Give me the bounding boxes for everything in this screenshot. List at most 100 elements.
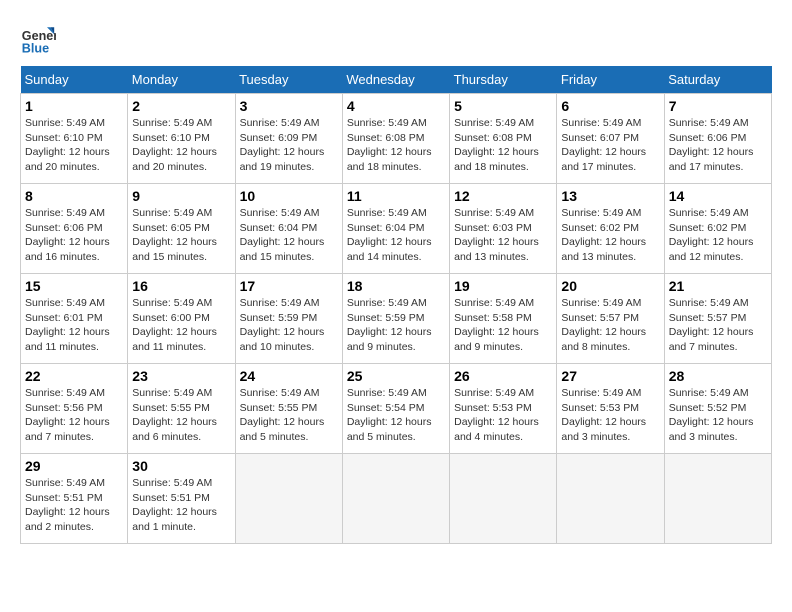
- day-number: 15: [25, 278, 123, 294]
- calendar-cell: 5Sunrise: 5:49 AM Sunset: 6:08 PM Daylig…: [450, 94, 557, 184]
- page-header: General Blue: [20, 20, 772, 56]
- calendar-week-4: 22 Sunrise: 5:49 AM Sunset: 5:56 PM Dayli…: [21, 364, 772, 454]
- day-info: Sunrise: 5:49 AM Sunset: 6:04 PM Dayligh…: [347, 206, 445, 265]
- calendar-cell: 27 Sunrise: 5:49 AM Sunset: 5:53 PM Dayli…: [557, 364, 664, 454]
- day-number: 6: [561, 98, 659, 114]
- col-header-thursday: Thursday: [450, 66, 557, 94]
- calendar-cell: 10 Sunrise: 5:49 AM Sunset: 6:04 PM Dayli…: [235, 184, 342, 274]
- day-info: Sunrise: 5:49 AM Sunset: 5:51 PM Dayligh…: [25, 476, 123, 535]
- day-number: 8: [25, 188, 123, 204]
- calendar-cell: 15 Sunrise: 5:49 AM Sunset: 6:01 PM Dayli…: [21, 274, 128, 364]
- day-info: Sunrise: 5:49 AM Sunset: 6:10 PM Dayligh…: [132, 116, 230, 175]
- day-number: 30: [132, 458, 230, 474]
- calendar-cell: 6 Sunrise: 5:49 AM Sunset: 6:07 PM Daylig…: [557, 94, 664, 184]
- col-header-friday: Friday: [557, 66, 664, 94]
- svg-text:Blue: Blue: [22, 41, 49, 55]
- day-info: Sunrise: 5:49 AM Sunset: 6:01 PM Dayligh…: [25, 296, 123, 355]
- day-info: Sunrise: 5:49 AM Sunset: 5:57 PM Dayligh…: [561, 296, 659, 355]
- calendar-week-2: 8 Sunrise: 5:49 AM Sunset: 6:06 PM Daylig…: [21, 184, 772, 274]
- day-info: Sunrise: 5:49 AM Sunset: 5:53 PM Dayligh…: [561, 386, 659, 445]
- calendar-cell: 25 Sunrise: 5:49 AM Sunset: 5:54 PM Dayli…: [342, 364, 449, 454]
- day-info: Sunrise: 5:49 AM Sunset: 6:09 PM Dayligh…: [240, 116, 338, 175]
- day-info: Sunrise: 5:49 AM Sunset: 5:53 PM Dayligh…: [454, 386, 552, 445]
- logo: General Blue: [20, 20, 60, 56]
- calendar-cell: 1 Sunrise: 5:49 AM Sunset: 6:10 PM Daylig…: [21, 94, 128, 184]
- day-number: 4: [347, 98, 445, 114]
- day-number: 20: [561, 278, 659, 294]
- day-info: Sunrise: 5:49 AM Sunset: 6:02 PM Dayligh…: [561, 206, 659, 265]
- calendar-cell: 4 Sunrise: 5:49 AM Sunset: 6:08 PM Daylig…: [342, 94, 449, 184]
- calendar-cell: 8 Sunrise: 5:49 AM Sunset: 6:06 PM Daylig…: [21, 184, 128, 274]
- day-number: 18: [347, 278, 445, 294]
- calendar-cell: 30Sunrise: 5:49 AM Sunset: 5:51 PM Dayli…: [128, 454, 235, 544]
- calendar-cell: [450, 454, 557, 544]
- day-number: 26: [454, 368, 552, 384]
- day-info: Sunrise: 5:49 AM Sunset: 5:52 PM Dayligh…: [669, 386, 767, 445]
- day-info: Sunrise: 5:49 AM Sunset: 6:07 PM Dayligh…: [561, 116, 659, 175]
- day-info: Sunrise: 5:49 AM Sunset: 5:57 PM Dayligh…: [669, 296, 767, 355]
- day-info: Sunrise: 5:49 AM Sunset: 5:56 PM Dayligh…: [25, 386, 123, 445]
- calendar-cell: 3Sunrise: 5:49 AM Sunset: 6:09 PM Daylig…: [235, 94, 342, 184]
- day-info: Sunrise: 5:49 AM Sunset: 6:02 PM Dayligh…: [669, 206, 767, 265]
- calendar-cell: 28 Sunrise: 5:49 AM Sunset: 5:52 PM Dayli…: [664, 364, 771, 454]
- day-info: Sunrise: 5:49 AM Sunset: 5:59 PM Dayligh…: [347, 296, 445, 355]
- day-info: Sunrise: 5:49 AM Sunset: 6:05 PM Dayligh…: [132, 206, 230, 265]
- calendar-cell: 9 Sunrise: 5:49 AM Sunset: 6:05 PM Daylig…: [128, 184, 235, 274]
- day-number: 10: [240, 188, 338, 204]
- day-info: Sunrise: 5:49 AM Sunset: 5:59 PM Dayligh…: [240, 296, 338, 355]
- day-number: 17: [240, 278, 338, 294]
- calendar-cell: 20 Sunrise: 5:49 AM Sunset: 5:57 PM Dayli…: [557, 274, 664, 364]
- calendar-cell: 17 Sunrise: 5:49 AM Sunset: 5:59 PM Dayli…: [235, 274, 342, 364]
- calendar-cell: 13 Sunrise: 5:49 AM Sunset: 6:02 PM Dayli…: [557, 184, 664, 274]
- calendar-cell: 29 Sunrise: 5:49 AM Sunset: 5:51 PM Dayli…: [21, 454, 128, 544]
- day-number: 7: [669, 98, 767, 114]
- calendar-cell: 24Sunrise: 5:49 AM Sunset: 5:55 PM Dayli…: [235, 364, 342, 454]
- calendar-cell: 7 Sunrise: 5:49 AM Sunset: 6:06 PM Daylig…: [664, 94, 771, 184]
- calendar-cell: [235, 454, 342, 544]
- day-number: 5: [454, 98, 552, 114]
- calendar-week-3: 15 Sunrise: 5:49 AM Sunset: 6:01 PM Dayli…: [21, 274, 772, 364]
- day-info: Sunrise: 5:49 AM Sunset: 6:08 PM Dayligh…: [347, 116, 445, 175]
- day-number: 13: [561, 188, 659, 204]
- day-number: 16: [132, 278, 230, 294]
- calendar-cell: [557, 454, 664, 544]
- day-info: Sunrise: 5:49 AM Sunset: 6:04 PM Dayligh…: [240, 206, 338, 265]
- day-info: Sunrise: 5:49 AM Sunset: 5:54 PM Dayligh…: [347, 386, 445, 445]
- col-header-monday: Monday: [128, 66, 235, 94]
- calendar-cell: 11 Sunrise: 5:49 AM Sunset: 6:04 PM Dayli…: [342, 184, 449, 274]
- calendar-cell: 14 Sunrise: 5:49 AM Sunset: 6:02 PM Dayli…: [664, 184, 771, 274]
- col-header-wednesday: Wednesday: [342, 66, 449, 94]
- day-number: 27: [561, 368, 659, 384]
- col-header-saturday: Saturday: [664, 66, 771, 94]
- calendar-table: SundayMondayTuesdayWednesdayThursdayFrid…: [20, 66, 772, 544]
- day-number: 9: [132, 188, 230, 204]
- day-info: Sunrise: 5:49 AM Sunset: 6:10 PM Dayligh…: [25, 116, 123, 175]
- day-number: 28: [669, 368, 767, 384]
- day-number: 24: [240, 368, 338, 384]
- calendar-cell: 16 Sunrise: 5:49 AM Sunset: 6:00 PM Dayli…: [128, 274, 235, 364]
- day-info: Sunrise: 5:49 AM Sunset: 5:58 PM Dayligh…: [454, 296, 552, 355]
- day-number: 11: [347, 188, 445, 204]
- day-info: Sunrise: 5:49 AM Sunset: 6:06 PM Dayligh…: [25, 206, 123, 265]
- day-number: 22: [25, 368, 123, 384]
- day-number: 1: [25, 98, 123, 114]
- calendar-week-5: 29 Sunrise: 5:49 AM Sunset: 5:51 PM Dayli…: [21, 454, 772, 544]
- calendar-week-1: 1 Sunrise: 5:49 AM Sunset: 6:10 PM Daylig…: [21, 94, 772, 184]
- day-info: Sunrise: 5:49 AM Sunset: 6:00 PM Dayligh…: [132, 296, 230, 355]
- day-info: Sunrise: 5:49 AM Sunset: 6:06 PM Dayligh…: [669, 116, 767, 175]
- day-number: 21: [669, 278, 767, 294]
- col-header-tuesday: Tuesday: [235, 66, 342, 94]
- calendar-cell: [664, 454, 771, 544]
- calendar-cell: 21 Sunrise: 5:49 AM Sunset: 5:57 PM Dayli…: [664, 274, 771, 364]
- calendar-cell: 26 Sunrise: 5:49 AM Sunset: 5:53 PM Dayli…: [450, 364, 557, 454]
- day-number: 14: [669, 188, 767, 204]
- day-number: 25: [347, 368, 445, 384]
- logo-icon: General Blue: [20, 20, 56, 56]
- calendar-cell: 18 Sunrise: 5:49 AM Sunset: 5:59 PM Dayli…: [342, 274, 449, 364]
- col-header-sunday: Sunday: [21, 66, 128, 94]
- day-info: Sunrise: 5:49 AM Sunset: 5:55 PM Dayligh…: [132, 386, 230, 445]
- calendar-cell: 12Sunrise: 5:49 AM Sunset: 6:03 PM Dayli…: [450, 184, 557, 274]
- day-number: 23: [132, 368, 230, 384]
- day-number: 29: [25, 458, 123, 474]
- calendar-cell: [342, 454, 449, 544]
